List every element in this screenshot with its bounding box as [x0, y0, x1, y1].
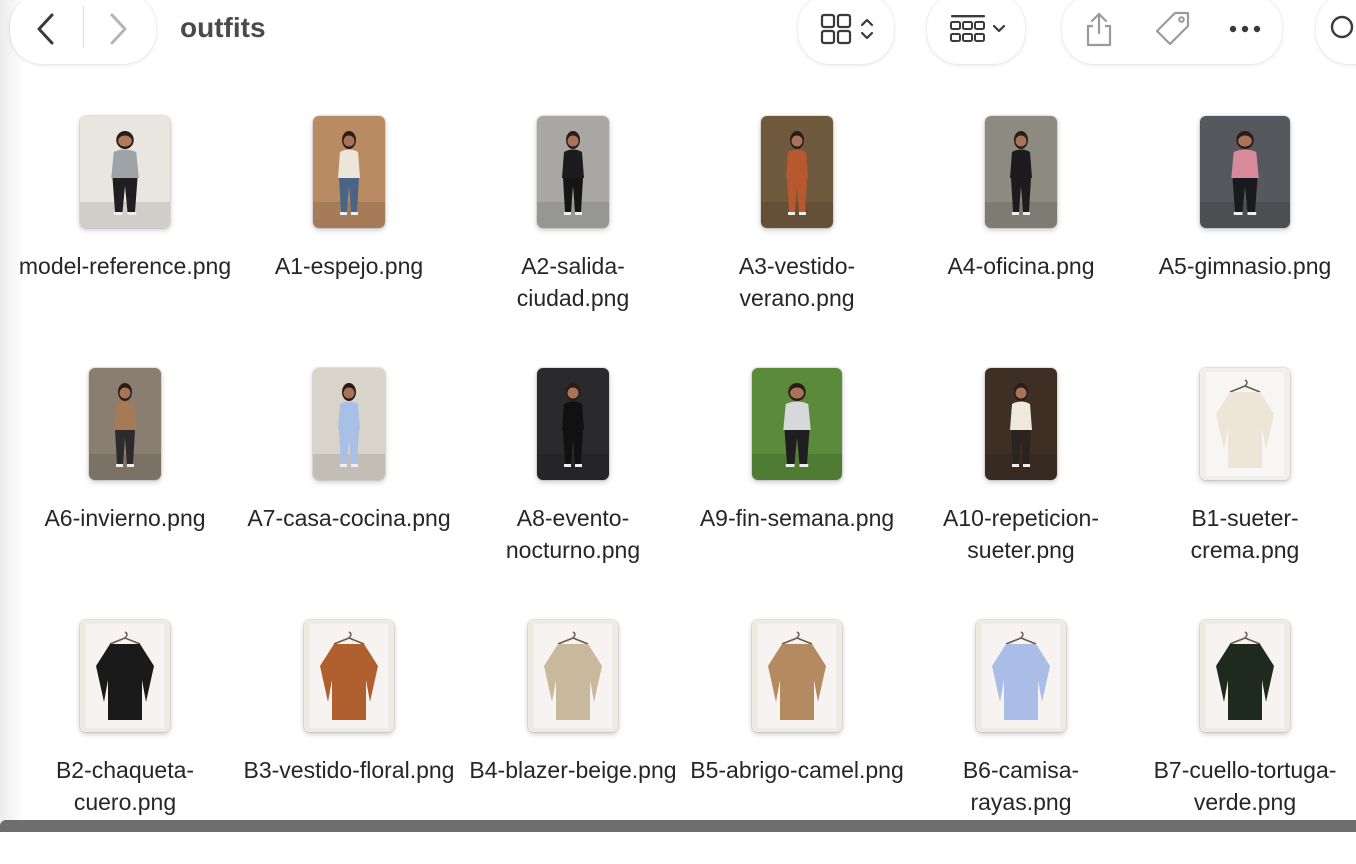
file-name[interactable]: B3-vestido-floral.png: [237, 754, 461, 786]
file-thumbnail[interactable]: [752, 620, 842, 732]
file-thumbnail[interactable]: [761, 116, 833, 228]
file-thumbnail[interactable]: [1200, 620, 1290, 732]
file-thumbnail[interactable]: [985, 116, 1057, 228]
file-thumbnail[interactable]: [1200, 116, 1290, 228]
file-grid: model-reference.png A1-espejo.png A2-salid…: [13, 108, 1356, 864]
chevron-left-icon: [37, 13, 54, 45]
file-name[interactable]: B5-abrigo-camel.png: [685, 754, 909, 786]
group-by-control[interactable]: [927, 0, 1025, 64]
search-control[interactable]: [1316, 0, 1356, 64]
file-thumbnail[interactable]: [528, 620, 618, 732]
file-thumbnail[interactable]: [537, 116, 609, 228]
file-item[interactable]: A3-vestido-verano.png: [685, 108, 909, 360]
navigation-group: [10, 0, 156, 64]
file-thumbnail[interactable]: [89, 368, 161, 480]
file-thumbnail[interactable]: [313, 116, 385, 228]
file-name[interactable]: B7-cuello-tortuga-verde.png: [1133, 754, 1356, 818]
tags-button[interactable]: [1148, 0, 1198, 58]
file-name[interactable]: A8-evento-nocturno.png: [461, 502, 685, 566]
file-item[interactable]: A6-invierno.png: [13, 360, 237, 612]
file-item[interactable]: A9-fin-semana.png: [685, 360, 909, 612]
file-thumbnail[interactable]: [537, 368, 609, 480]
search-icon: [1330, 15, 1354, 39]
chevron-right-icon: [110, 13, 127, 45]
file-thumbnail[interactable]: [304, 620, 394, 732]
file-item[interactable]: B1-sueter-crema.png: [1133, 360, 1356, 612]
file-item[interactable]: A7-casa-cocina.png: [237, 360, 461, 612]
chevron-down-icon: [992, 24, 1006, 33]
file-name[interactable]: B6-camisa-rayas.png: [909, 754, 1133, 818]
horizontal-scrollbar[interactable]: [0, 820, 1356, 832]
toolbar: outfits: [0, 0, 1356, 64]
file-item[interactable]: A10-repeticion-sueter.png: [909, 360, 1133, 612]
share-icon: [1086, 12, 1112, 47]
grid-view-icon: [820, 13, 852, 45]
share-button[interactable]: [1074, 0, 1124, 58]
file-name[interactable]: A4-oficina.png: [909, 250, 1133, 282]
file-thumbnail[interactable]: [80, 620, 170, 732]
file-item[interactable]: A5-gimnasio.png: [1133, 108, 1356, 360]
file-name[interactable]: A9-fin-semana.png: [685, 502, 909, 534]
file-item[interactable]: model-reference.png: [13, 108, 237, 360]
file-name[interactable]: B4-blazer-beige.png: [461, 754, 685, 786]
ellipsis-icon: [1229, 25, 1261, 33]
file-name[interactable]: B1-sueter-crema.png: [1133, 502, 1356, 566]
navigation-divider: [83, 6, 84, 48]
file-thumbnail[interactable]: [1200, 368, 1290, 480]
folder-title: outfits: [180, 12, 266, 43]
file-name[interactable]: A6-invierno.png: [13, 502, 237, 534]
back-button[interactable]: [14, 0, 78, 58]
file-name[interactable]: A7-casa-cocina.png: [237, 502, 461, 534]
file-thumbnail[interactable]: [313, 368, 385, 480]
more-actions-button[interactable]: [1220, 0, 1270, 58]
view-mode-button[interactable]: [816, 0, 878, 58]
file-thumbnail[interactable]: [80, 116, 170, 228]
file-item[interactable]: A4-oficina.png: [909, 108, 1133, 360]
file-name[interactable]: A2-salida-ciudad.png: [461, 250, 685, 314]
file-name[interactable]: A5-gimnasio.png: [1133, 250, 1356, 282]
file-thumbnail[interactable]: [976, 620, 1066, 732]
actions-group: [1062, 0, 1282, 64]
view-mode-control[interactable]: [798, 0, 894, 64]
tag-icon: [1155, 11, 1190, 46]
file-name[interactable]: A1-espejo.png: [237, 250, 461, 282]
group-by-button[interactable]: [945, 0, 1011, 58]
group-by-icon: [950, 15, 985, 42]
file-thumbnail[interactable]: [752, 368, 842, 480]
file-item[interactable]: A2-salida-ciudad.png: [461, 108, 685, 360]
file-item[interactable]: A1-espejo.png: [237, 108, 461, 360]
file-name[interactable]: model-reference.png: [13, 250, 237, 282]
file-name[interactable]: A10-repeticion-sueter.png: [909, 502, 1133, 566]
search-button[interactable]: [1328, 0, 1356, 58]
file-name[interactable]: B2-chaqueta-cuero.png: [13, 754, 237, 818]
file-item[interactable]: A8-evento-nocturno.png: [461, 360, 685, 612]
forward-button[interactable]: [86, 0, 150, 58]
chevron-up-down-icon: [860, 18, 874, 40]
file-name[interactable]: A3-vestido-verano.png: [685, 250, 909, 314]
file-thumbnail[interactable]: [985, 368, 1057, 480]
